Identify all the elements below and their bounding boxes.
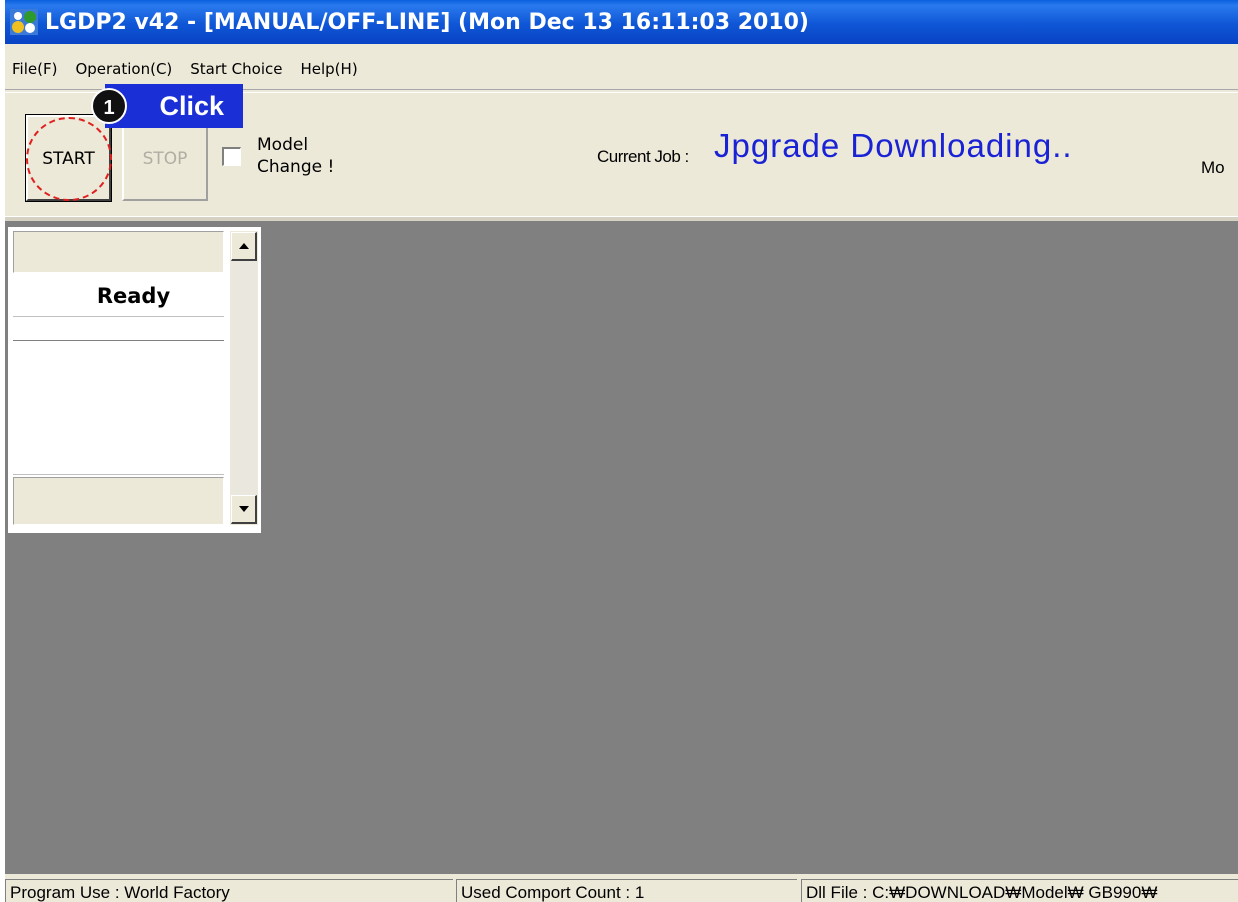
scroll-up-button[interactable] [231, 232, 257, 261]
window-title: LGDP2 v42 - [MANUAL/OFF-LINE] (Mon Dec 1… [45, 9, 809, 35]
menu-start-choice[interactable]: Start Choice [183, 56, 293, 82]
app-window: LGDP2 v42 - [MANUAL/OFF-LINE] (Mon Dec 1… [5, 0, 1238, 902]
step-number-badge: 1 [91, 88, 127, 124]
start-button[interactable]: START [25, 114, 112, 202]
current-job-label: Current Job : [597, 147, 689, 166]
cut-off-label: Mo [1201, 158, 1225, 177]
arrow-up-icon [238, 243, 249, 249]
status-bar: Program Use : World Factory Used Comport… [5, 874, 1238, 902]
status-comport-count: Used Comport Count : 1 [456, 879, 797, 902]
status-dll-file: Dll File : C:₩DOWNLOAD₩Model₩ GB990₩ [801, 879, 1238, 902]
scroll-track[interactable] [231, 261, 257, 495]
model-change-line2: Change ! [257, 157, 335, 177]
model-change-label: Model Change ! [257, 134, 357, 178]
arrow-down-icon [238, 506, 249, 512]
title-bar[interactable]: LGDP2 v42 - [MANUAL/OFF-LINE] (Mon Dec 1… [5, 0, 1238, 44]
scroll-down-button[interactable] [231, 495, 257, 524]
model-change-line1: Model [257, 135, 309, 155]
panel-scrollbar[interactable] [229, 231, 258, 525]
panel-header-row [13, 231, 224, 273]
port-status-panel: Ready [8, 227, 261, 533]
app-icon [10, 9, 38, 35]
status-program-use: Program Use : World Factory [5, 879, 453, 902]
panel-body [13, 343, 224, 475]
menu-bar: File(F) Operation(C) Start Choice Help(H… [5, 54, 1238, 84]
panel-sub-row [13, 316, 224, 341]
menu-file[interactable]: File(F) [5, 56, 68, 82]
current-job-value: Jpgrade Downloading.. [714, 127, 1073, 164]
panel-footer-row [13, 477, 224, 525]
menu-help[interactable]: Help(H) [293, 56, 368, 82]
menu-operation[interactable]: Operation(C) [68, 56, 183, 82]
model-change-checkbox[interactable] [222, 147, 241, 166]
ready-status: Ready [13, 277, 224, 316]
